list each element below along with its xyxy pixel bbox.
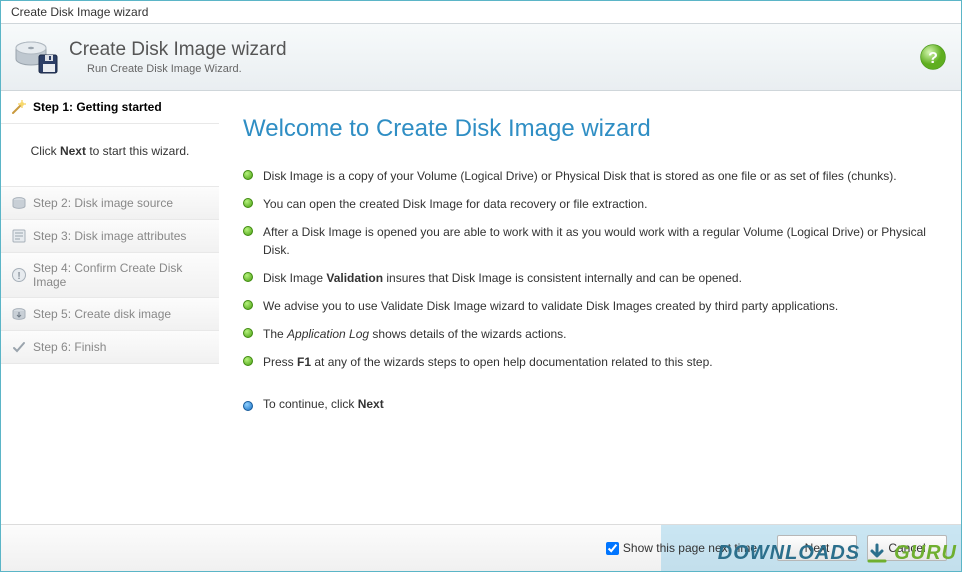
bullet-dot-icon <box>243 272 253 282</box>
bullet-list: Disk Image is a copy of your Volume (Log… <box>243 167 933 371</box>
bullet-text: You can open the created Disk Image for … <box>263 195 647 213</box>
svg-text:!: ! <box>17 271 20 282</box>
bullet-item: The Application Log shows details of the… <box>243 325 933 343</box>
sidebar-step-1[interactable]: Step 1: Getting started <box>1 91 219 124</box>
window-titlebar: Create Disk Image wizard <box>1 1 961 23</box>
sidebar-step-2[interactable]: Step 2: Disk image source <box>1 187 219 220</box>
sidebar-step-label: Step 6: Finish <box>33 340 106 354</box>
wizard-footer: Show this page next time Next Cancel DOW… <box>1 524 961 571</box>
next-button[interactable]: Next <box>777 535 857 561</box>
sidebar-step-3[interactable]: Step 3: Disk image attributes <box>1 220 219 253</box>
bullet-text: We advise you to use Validate Disk Image… <box>263 297 838 315</box>
wand-icon <box>11 99 27 115</box>
svg-text:?: ? <box>928 50 938 67</box>
header-subtitle: Run Create Disk Image Wizard. <box>87 63 287 75</box>
bullet-dot-icon <box>243 198 253 208</box>
finish-check-icon <box>11 339 27 355</box>
bullet-text: The Application Log shows details of the… <box>263 325 567 343</box>
disk-source-icon <box>11 195 27 211</box>
confirm-icon: ! <box>11 267 27 283</box>
wizard-sidebar: Step 1: Getting started Click Next to st… <box>1 91 219 524</box>
header-title: Create Disk Image wizard <box>69 39 287 61</box>
sidebar-step-4[interactable]: ! Step 4: Confirm Create Disk Image <box>1 253 219 298</box>
bullet-item: Press F1 at any of the wizards steps to … <box>243 353 933 371</box>
arrow-bullet-icon <box>243 401 253 411</box>
bullet-dot-icon <box>243 170 253 180</box>
cancel-button[interactable]: Cancel <box>867 535 947 561</box>
bullet-text: Press F1 at any of the wizards steps to … <box>263 353 713 371</box>
bullet-dot-icon <box>243 300 253 310</box>
show-next-time[interactable]: Show this page next time <box>606 541 757 555</box>
disk-image-icon <box>15 37 59 77</box>
bullet-item: You can open the created Disk Image for … <box>243 195 933 213</box>
bullet-text: Disk Image Validation insures that Disk … <box>263 269 742 287</box>
wizard-content: Welcome to Create Disk Image wizard Disk… <box>219 91 961 524</box>
bullet-dot-icon <box>243 226 253 236</box>
wizard-header: Create Disk Image wizard Run Create Disk… <box>1 23 961 91</box>
sidebar-step-5[interactable]: Step 5: Create disk image <box>1 298 219 331</box>
bullet-text: Disk Image is a copy of your Volume (Log… <box>263 167 897 185</box>
show-next-checkbox[interactable] <box>606 542 619 555</box>
bullet-dot-icon <box>243 328 253 338</box>
sidebar-instruction: Click Next to start this wizard. <box>1 124 219 187</box>
sidebar-step-label: Step 3: Disk image attributes <box>33 229 186 243</box>
continue-text: To continue, click Next <box>263 397 384 411</box>
sidebar-step-label: Step 5: Create disk image <box>33 307 171 321</box>
attributes-icon <box>11 228 27 244</box>
sidebar-step-label: Step 4: Confirm Create Disk Image <box>33 261 209 289</box>
bullet-item: After a Disk Image is opened you are abl… <box>243 223 933 259</box>
sidebar-step-6[interactable]: Step 6: Finish <box>1 331 219 364</box>
sidebar-step-label: Step 1: Getting started <box>33 100 162 114</box>
welcome-title: Welcome to Create Disk Image wizard <box>243 115 933 143</box>
bullet-item: We advise you to use Validate Disk Image… <box>243 297 933 315</box>
bullet-text: After a Disk Image is opened you are abl… <box>263 223 933 259</box>
bullet-dot-icon <box>243 356 253 366</box>
window-title: Create Disk Image wizard <box>11 5 148 19</box>
sidebar-step-label: Step 2: Disk image source <box>33 196 173 210</box>
show-next-label: Show this page next time <box>623 541 757 555</box>
help-button[interactable]: ? <box>919 43 947 71</box>
bullet-item: Disk Image is a copy of your Volume (Log… <box>243 167 933 185</box>
create-icon <box>11 306 27 322</box>
bullet-item: Disk Image Validation insures that Disk … <box>243 269 933 287</box>
continue-instruction: To continue, click Next <box>243 397 933 411</box>
